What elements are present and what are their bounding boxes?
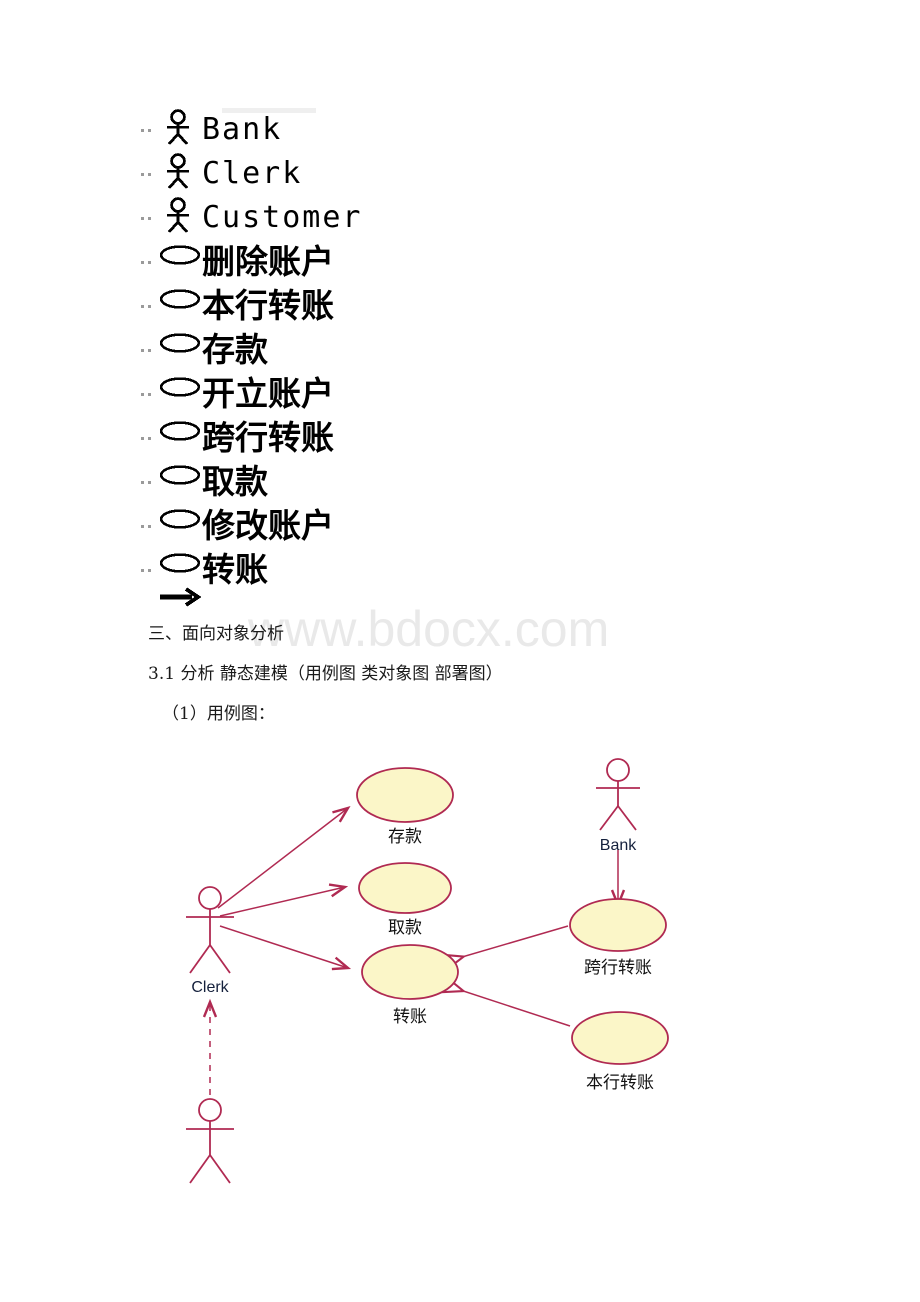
tree-item[interactable]: Bank [140, 108, 560, 152]
tree-item[interactable]: 取款 [140, 460, 560, 504]
usecase-icon [158, 504, 202, 548]
tree-item-label: 转账 [202, 550, 268, 589]
actor-customer-label: Customer [175, 1189, 245, 1190]
tree-item-label: 本行转账 [202, 286, 334, 325]
tree-item[interactable]: Customer [140, 196, 560, 240]
tree-item[interactable]: 删除账户 [140, 240, 560, 284]
usecase-interbank[interactable]: 跨行转账 [569, 898, 667, 978]
tree-item[interactable]: 跨行转账 [140, 416, 560, 460]
usecase-icon [158, 416, 202, 460]
tree-connector-dots [140, 372, 158, 416]
usecase-withdraw[interactable]: 取款 [358, 862, 452, 938]
model-browser-tree: Bank Clerk Customer 删除账户本行转账存款开立账户跨行转账取款修改账… [140, 108, 560, 622]
usecase-icon [158, 372, 202, 416]
usecase-deposit[interactable]: 存款 [356, 767, 454, 847]
section-item: （1）用例图： [162, 704, 275, 724]
actor-customer[interactable]: Customer [175, 1098, 245, 1190]
uml-use-case-diagram: Clerk Customer Bank 存款 取款 [140, 740, 760, 1190]
relation-clerk-deposit [217, 806, 351, 909]
tree-connector-dots [140, 284, 158, 328]
actor-clerk-label: Clerk [191, 979, 229, 996]
usecase-withdraw-label: 取款 [388, 918, 422, 938]
tree-connector-dots [140, 152, 158, 196]
usecase-interbank-label: 跨行转账 [584, 958, 652, 978]
usecase-intrabank-label: 本行转账 [586, 1073, 654, 1093]
tree-connector-dots [140, 460, 158, 504]
relation-intrabank-transfer [445, 985, 571, 1027]
tree-item-label: Customer [202, 200, 363, 235]
tree-item[interactable]: 转账 [140, 548, 560, 592]
tree-item[interactable]: 开立账户 [140, 372, 560, 416]
usecase-transfer-label: 转账 [393, 1007, 427, 1027]
tree-item[interactable]: 修改账户 [140, 504, 560, 548]
usecase-transfer[interactable]: 转账 [361, 944, 459, 1027]
usecase-icon [158, 240, 202, 284]
tree-row-list: Bank Clerk Customer 删除账户本行转账存款开立账户跨行转账取款修改账… [140, 108, 560, 622]
tree-connector-dots [140, 328, 158, 372]
section-subheading: 3.1 分析 静态建模（用例图 类对象图 部署图） [148, 664, 503, 684]
tree-item[interactable]: Clerk [140, 152, 560, 196]
section-heading: 三、面向对象分析 [148, 624, 284, 644]
usecase-icon [158, 460, 202, 504]
usecase-intrabank[interactable]: 本行转账 [571, 1011, 669, 1093]
tree-item-label: Clerk [202, 156, 303, 191]
actor-icon [158, 108, 202, 152]
usecase-icon [158, 284, 202, 328]
relation-clerk-transfer [219, 925, 352, 971]
tree-item-label: 跨行转账 [202, 418, 334, 457]
actor-icon [158, 152, 202, 196]
tree-connector-dots [140, 504, 158, 548]
relation-interbank-transfer [445, 925, 569, 962]
tree-item-label: 开立账户 [202, 374, 334, 413]
tree-connector-dots [140, 108, 158, 152]
usecase-deposit-label: 存款 [388, 827, 422, 847]
tree-connector-dots [140, 416, 158, 460]
actor-icon [158, 196, 202, 240]
tree-item-label: Bank [202, 112, 283, 147]
actor-clerk[interactable]: Clerk [186, 886, 234, 996]
tree-item-label: 删除账户 [202, 242, 334, 281]
tree-connector-dots [140, 240, 158, 284]
actor-bank[interactable]: Bank [596, 758, 640, 854]
actor-bank-label: Bank [600, 837, 637, 854]
tree-item-label: 修改账户 [202, 506, 334, 545]
tree-item-label: 存款 [202, 330, 268, 369]
tree-item-label: 取款 [202, 462, 268, 501]
usecase-icon [158, 328, 202, 372]
tree-connector-dots [140, 196, 158, 240]
tree-item[interactable]: 本行转账 [140, 284, 560, 328]
document-text-block: 三、面向对象分析 3.1 分析 静态建模（用例图 类对象图 部署图） （1）用例… [148, 614, 848, 734]
tree-item[interactable]: 存款 [140, 328, 560, 372]
